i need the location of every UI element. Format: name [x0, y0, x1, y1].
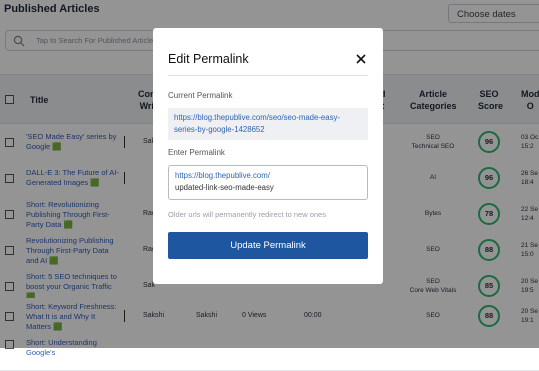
update-permalink-button[interactable]: Update Permalink	[168, 232, 368, 259]
dialog-title: Edit Permalink	[168, 52, 249, 66]
current-permalink-value: https://blog.thepublive.com/seo/seo-made…	[168, 108, 368, 140]
close-icon[interactable]	[356, 54, 366, 64]
current-permalink-label: Current Permalink	[168, 91, 233, 100]
permalink-input[interactable]: https://blog.thepublive.com/ updated-lin…	[168, 165, 368, 200]
dialog-divider	[168, 75, 368, 76]
enter-permalink-label: Enter Permalink	[168, 148, 225, 157]
permalink-slug[interactable]: updated-link-seo-made-easy	[175, 183, 274, 192]
permalink-prefix: https://blog.thepublive.com/	[175, 171, 270, 180]
edit-permalink-dialog: Edit Permalink Current Permalink https:/…	[153, 28, 383, 284]
redirect-hint: Older urls will permanently redirect to …	[168, 210, 326, 219]
